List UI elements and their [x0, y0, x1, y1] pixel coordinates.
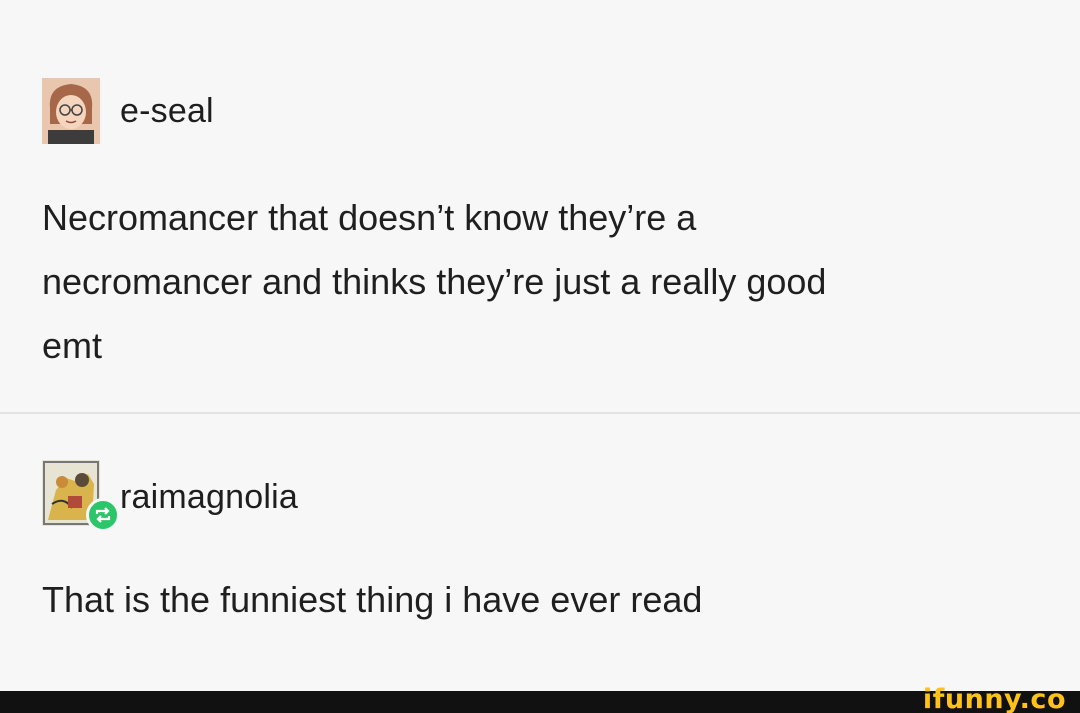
collage-avatar-icon[interactable] — [42, 460, 120, 532]
post-body-text: Necromancer that doesn’t know they’re a … — [42, 197, 827, 366]
post-body-text: That is the funniest thing i have ever r… — [42, 579, 703, 620]
cartoon-person-avatar-icon[interactable] — [42, 78, 100, 144]
post-e-seal: e-seal Necromancer that doesn’t know the… — [0, 0, 1080, 412]
reblog-icon — [86, 498, 120, 532]
ifunny-watermark: ifunny.co — [922, 684, 1066, 713]
post-header: e-seal — [42, 78, 214, 144]
post-header: raimagnolia — [42, 460, 298, 532]
username[interactable]: e-seal — [120, 92, 214, 131]
watermark-bar: ifunny.co — [0, 685, 1080, 713]
username[interactable]: raimagnolia — [120, 478, 298, 517]
tumblr-post-screenshot: e-seal Necromancer that doesn’t know the… — [0, 0, 1080, 713]
post-raimagnolia: raimagnolia That is the funniest thing i… — [0, 414, 1080, 691]
